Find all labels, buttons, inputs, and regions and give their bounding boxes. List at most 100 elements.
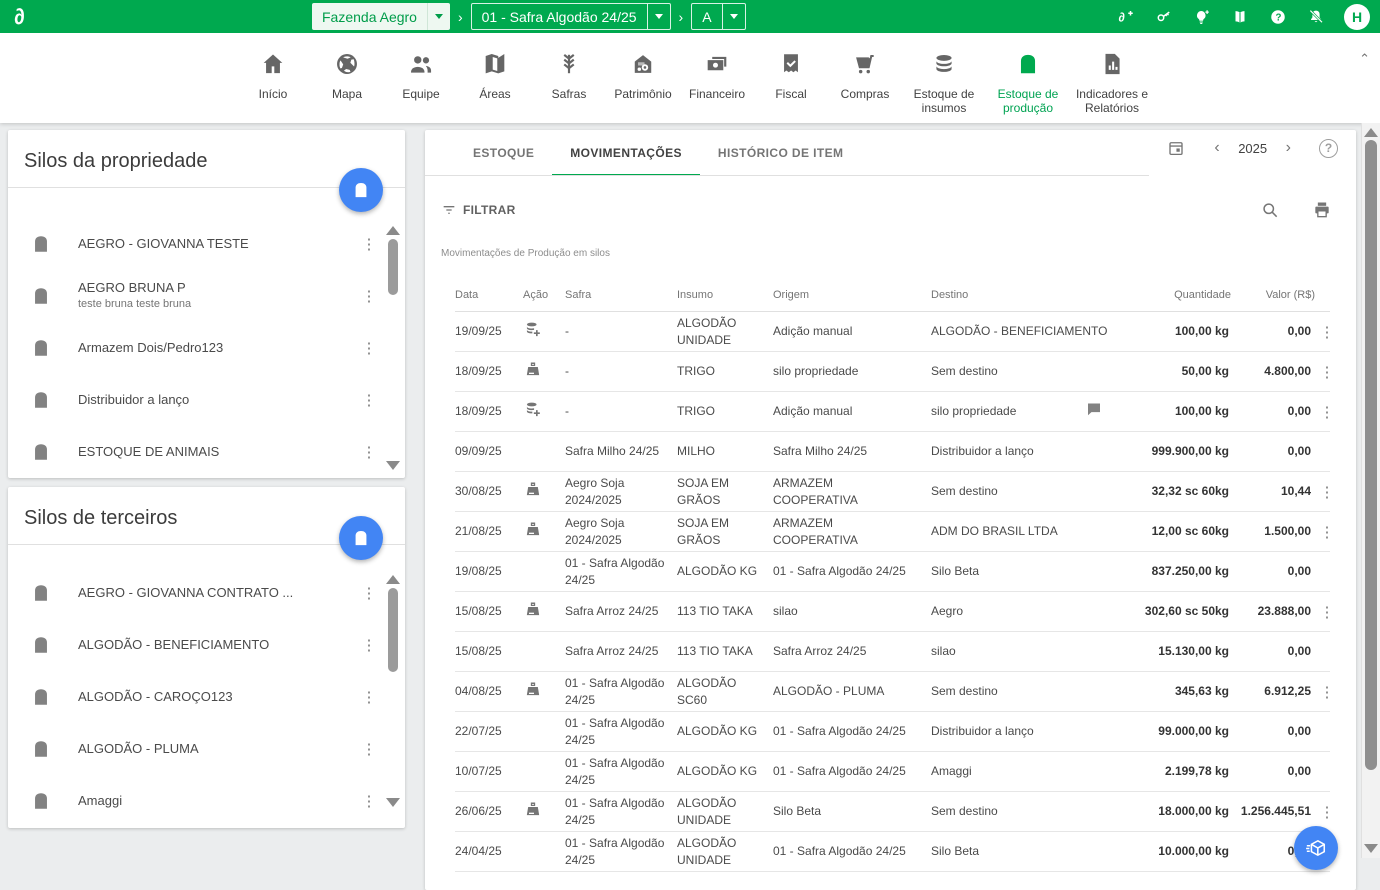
weighing-scale-icon <box>523 599 565 623</box>
chevron-down-icon[interactable] <box>647 4 670 29</box>
chevron-down-icon[interactable] <box>722 4 745 29</box>
silo-list-item[interactable]: Amaggi⋮ <box>8 775 381 827</box>
silo-list-item[interactable]: ALGODÃO - PLUMA⋮ <box>8 723 381 775</box>
table-row[interactable]: 19/09/25-ALGODÃO UNIDADEAdição manualALG… <box>455 312 1330 352</box>
nav-item-areas[interactable]: Áreas <box>458 43 532 116</box>
silo-list-item[interactable]: ALGODÃO - BENEFICIAMENTO⋮ <box>8 619 381 671</box>
scrollbar-thumb[interactable] <box>1365 140 1377 770</box>
add-property-silo-button[interactable] <box>339 168 383 212</box>
notifications-off-icon[interactable] <box>1306 7 1326 27</box>
tab-historico-de-item[interactable]: HISTÓRICO DE ITEM <box>700 130 861 176</box>
avatar[interactable]: H <box>1344 4 1370 30</box>
kebab-menu-icon[interactable]: ⋮ <box>357 688 381 706</box>
kebab-menu-icon[interactable]: ⋮ <box>357 443 381 461</box>
nav-item-estoque-insumos[interactable]: Estoque de insumos <box>902 43 986 116</box>
table-row[interactable]: 18/09/25-TRIGOsilo propriedadeSem destin… <box>455 352 1330 392</box>
silo-list-item[interactable]: ALGODÃO - CAROÇO123⋮ <box>8 671 381 723</box>
previous-year-icon[interactable]: ‹ <box>1204 139 1229 157</box>
scroll-down-icon[interactable] <box>386 798 400 807</box>
property-list-scrollbar[interactable] <box>386 226 400 470</box>
nav-item-mapa[interactable]: Mapa <box>310 43 384 116</box>
filter-button[interactable]: FILTRAR <box>441 202 516 218</box>
silo-list-item[interactable]: AEGRO - GIOVANNA CONTRATO ...⋮ <box>8 567 381 619</box>
row-kebab-menu-icon[interactable]: ⋮ <box>1315 523 1339 541</box>
farm-selector[interactable]: Fazenda Aegro <box>312 3 450 30</box>
kebab-menu-icon[interactable]: ⋮ <box>357 339 381 357</box>
comment-icon[interactable] <box>1085 400 1103 422</box>
cell-origem: ALGODÃO - PLUMA <box>773 683 931 699</box>
table-row[interactable]: 19/08/2501 - Safra Algodão 24/25ALGODÃO … <box>455 552 1330 592</box>
scroll-down-icon[interactable] <box>1364 844 1378 853</box>
chevron-down-icon[interactable] <box>427 3 450 30</box>
scroll-up-icon[interactable] <box>386 575 400 584</box>
tab-movimentacoes[interactable]: MOVIMENTAÇÕES <box>552 130 700 176</box>
lightbulb-new-icon[interactable] <box>1192 7 1212 27</box>
plot-selector[interactable]: A <box>691 3 745 30</box>
row-kebab-menu-icon[interactable]: ⋮ <box>1315 403 1339 421</box>
kebab-menu-icon[interactable]: ⋮ <box>357 287 381 305</box>
silo-list-item[interactable]: AEGRO BRUNA Pteste bruna teste bruna⋮ <box>8 270 381 322</box>
next-year-icon[interactable]: › <box>1276 139 1301 157</box>
table-row[interactable]: 18/09/25-TRIGOAdição manualsilo propried… <box>455 392 1330 432</box>
print-icon[interactable] <box>1312 200 1332 220</box>
nav-item-fiscal[interactable]: Fiscal <box>754 43 828 116</box>
nav-item-compras[interactable]: Compras <box>828 43 902 116</box>
scrollbar-thumb[interactable] <box>388 588 398 672</box>
tab-estoque[interactable]: ESTOQUE <box>455 130 552 176</box>
referral-icon[interactable]: ∂ <box>1116 7 1136 27</box>
row-kebab-menu-icon[interactable]: ⋮ <box>1315 483 1339 501</box>
nav-item-patrimonio[interactable]: Patrimônio <box>606 43 680 116</box>
knowledge-book-icon[interactable] <box>1230 7 1250 27</box>
nav-item-safras[interactable]: Safras <box>532 43 606 116</box>
help-circle-icon[interactable]: ? <box>1319 139 1338 158</box>
season-selector[interactable]: 01 - Safra Algodão 24/25 <box>471 3 671 30</box>
kebab-menu-icon[interactable]: ⋮ <box>357 584 381 602</box>
table-row[interactable]: 10/07/2501 - Safra Algodão 24/25ALGODÃO … <box>455 752 1330 792</box>
calendar-icon[interactable] <box>1166 138 1186 158</box>
nav-item-financeiro[interactable]: Financeiro <box>680 43 754 116</box>
aegro-logo-icon[interactable]: ∂ <box>13 3 27 30</box>
nav-item-equipe[interactable]: Equipe <box>384 43 458 116</box>
table-row[interactable]: 04/08/2501 - Safra Algodão 24/25ALGODÃO … <box>455 672 1330 712</box>
scroll-up-icon[interactable] <box>386 226 400 235</box>
kebab-menu-icon[interactable]: ⋮ <box>357 235 381 253</box>
scrollbar-thumb[interactable] <box>388 239 398 295</box>
kebab-menu-icon[interactable]: ⋮ <box>357 391 381 409</box>
scroll-up-icon[interactable] <box>1364 128 1378 137</box>
add-third-party-silo-button[interactable] <box>339 516 383 560</box>
silo-list-item[interactable]: AEGRO - GIOVANNA TESTE⋮ <box>8 218 381 270</box>
table-row[interactable]: 21/08/25Aegro Soja 2024/2025SOJA EM GRÃO… <box>455 512 1330 552</box>
third-party-list-scrollbar[interactable] <box>386 575 400 807</box>
nav-item-estoque-producao[interactable]: Estoque de produção <box>986 43 1070 116</box>
row-kebab-menu-icon[interactable]: ⋮ <box>1315 603 1339 621</box>
row-kebab-menu-icon[interactable]: ⋮ <box>1315 803 1339 821</box>
row-kebab-menu-icon[interactable]: ⋮ <box>1315 323 1339 341</box>
silo-icon <box>30 738 52 760</box>
kebab-menu-icon[interactable]: ⋮ <box>357 792 381 810</box>
silo-list-item[interactable]: Distribuidor a lanço⋮ <box>8 374 381 426</box>
kebab-menu-icon[interactable]: ⋮ <box>357 636 381 654</box>
table-row[interactable]: 15/08/25Safra Arroz 24/25113 TIO TAKASaf… <box>455 632 1330 672</box>
nav-item-inicio[interactable]: Início <box>236 43 310 116</box>
kebab-menu-icon[interactable]: ⋮ <box>357 740 381 758</box>
key-icon[interactable] <box>1154 7 1174 27</box>
table-row[interactable]: 22/07/2501 - Safra Algodão 24/25ALGODÃO … <box>455 712 1330 752</box>
search-icon[interactable] <box>1260 200 1280 220</box>
window-scrollbar[interactable] <box>1361 123 1380 858</box>
table-row[interactable]: 26/06/2501 - Safra Algodão 24/25ALGODÃO … <box>455 792 1330 832</box>
shipping-fab-button[interactable] <box>1294 826 1338 870</box>
row-kebab-menu-icon[interactable]: ⋮ <box>1315 363 1339 381</box>
table-row[interactable]: 15/08/25Safra Arroz 24/25113 TIO TAKAsil… <box>455 592 1330 632</box>
silo-list-item[interactable]: ESTOQUE DE ANIMAIS⋮ <box>8 426 381 478</box>
cell-destino: ADM DO BRASIL LTDA <box>931 523 1121 539</box>
scroll-down-icon[interactable] <box>386 461 400 470</box>
row-kebab-menu-icon[interactable]: ⋮ <box>1315 683 1339 701</box>
table-row[interactable]: 30/08/25Aegro Soja 2024/2025SOJA EM GRÃO… <box>455 472 1330 512</box>
cell-destino: Sem destino <box>931 683 1121 699</box>
table-row[interactable]: 24/04/2501 - Safra Algodão 24/25ALGODÃO … <box>455 832 1330 872</box>
table-row[interactable]: 09/09/25Safra Milho 24/25MILHOSafra Milh… <box>455 432 1330 472</box>
silo-list-item[interactable]: Armazem Dois/Pedro123⋮ <box>8 322 381 374</box>
help-icon[interactable]: ? <box>1268 7 1288 27</box>
nav-item-indicadores-relatorios[interactable]: Indicadores e Relatórios <box>1070 43 1154 116</box>
collapse-nav-icon[interactable]: ⌃ <box>1359 51 1370 67</box>
